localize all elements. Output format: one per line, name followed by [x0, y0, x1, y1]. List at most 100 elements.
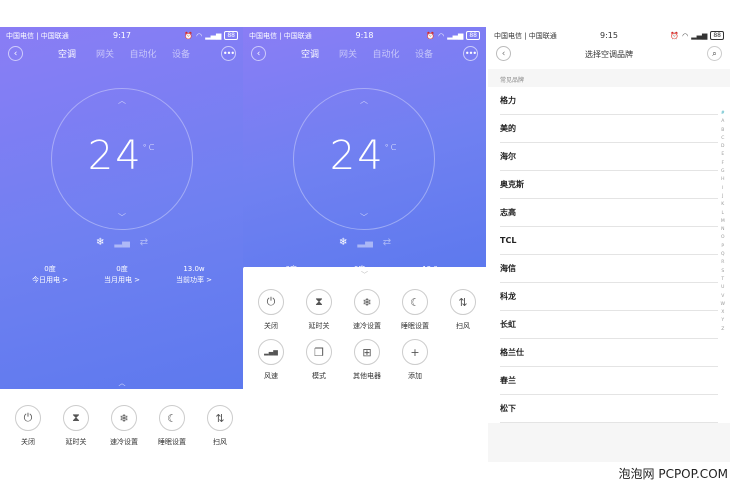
alphabet-letter[interactable]: C: [721, 135, 725, 143]
tab-gateway[interactable]: 网关: [86, 47, 124, 60]
ac-control-screen-collapsed: 中国电信 | 中国联通 9:17 ⏰ ◠ ▂▄▆ 88 ‹ 空调 网关 自动化 设备 …: [0, 27, 244, 462]
stat-today[interactable]: 0度 今日用电 >: [32, 264, 68, 286]
sleep-button[interactable]: ☾ 睡眠设置: [148, 405, 196, 447]
temperature-dial[interactable]: ︿ 24°C ﹀: [51, 88, 193, 230]
brand-list-item[interactable]: 长虹: [500, 311, 718, 339]
alphabet-letter[interactable]: K: [721, 201, 725, 209]
temp-up-button[interactable]: ︿: [294, 95, 434, 106]
delay-off-button[interactable]: ⧗ 延时关: [295, 289, 343, 331]
alphabet-letter[interactable]: R: [721, 259, 725, 267]
alphabet-letter[interactable]: T: [721, 276, 725, 284]
brand-list-item[interactable]: 春兰: [500, 367, 718, 395]
alphabet-index[interactable]: # A B C D E F G H I J K L M N O P Q R S T U V W X Y Z: [721, 110, 725, 334]
tab-gateway[interactable]: 网关: [329, 47, 367, 60]
snowflake-icon: ❄: [339, 237, 348, 248]
alphabet-letter[interactable]: Z: [721, 326, 725, 334]
tab-ac[interactable]: 空调: [291, 47, 329, 60]
alphabet-letter[interactable]: X: [721, 309, 725, 317]
fan-speed-icon: ▂▄▆: [258, 339, 284, 365]
button-label: 延时关: [308, 322, 330, 330]
mode-indicators: ❄ ▂▄ ⇄: [339, 237, 391, 248]
alphabet-letter[interactable]: P: [721, 243, 725, 251]
power-off-button[interactable]: ⏻ 关闭: [4, 405, 52, 447]
alphabet-letter[interactable]: I: [721, 185, 725, 193]
brand-list-item[interactable]: 海信: [500, 255, 718, 283]
stat-power[interactable]: 13.0w 当前功率 >: [176, 264, 212, 286]
delay-off-button[interactable]: ⧗ 延时关: [52, 405, 100, 447]
power-off-button[interactable]: ⏻ 关闭: [247, 289, 295, 331]
alphabet-letter[interactable]: H: [721, 176, 725, 184]
brand-list-item[interactable]: 海尔: [500, 143, 718, 171]
button-label: 速冷设置: [353, 322, 381, 330]
temp-down-button[interactable]: ﹀: [294, 212, 434, 223]
tab-automation[interactable]: 自动化: [367, 47, 405, 60]
temp-up-button[interactable]: ︿: [52, 95, 192, 106]
alphabet-letter[interactable]: L: [721, 210, 725, 218]
alphabet-letter[interactable]: D: [721, 143, 725, 151]
alphabet-letter[interactable]: V: [721, 293, 725, 301]
alphabet-letter[interactable]: N: [721, 226, 725, 234]
more-button[interactable]: •••: [221, 46, 236, 61]
alphabet-letter[interactable]: J: [721, 193, 725, 201]
search-button[interactable]: ⌕: [707, 46, 722, 61]
back-button[interactable]: ‹: [8, 46, 23, 61]
brand-list-item[interactable]: 格力: [500, 87, 718, 115]
alphabet-letter[interactable]: Y: [721, 317, 725, 325]
grid-icon: ⊞: [354, 339, 380, 365]
other-appliances-button[interactable]: ⊞ 其他电器: [343, 339, 391, 381]
temperature-unit: °C: [142, 143, 157, 152]
brand-list-item[interactable]: 格兰仕: [500, 339, 718, 367]
brand-list-item[interactable]: TCL: [500, 227, 718, 255]
snowflake-icon: ❄: [354, 289, 380, 315]
alphabet-letter[interactable]: W: [721, 301, 725, 309]
button-label: 风速: [264, 372, 278, 380]
alphabet-letter[interactable]: G: [721, 168, 725, 176]
brand-list-item[interactable]: 美的: [500, 115, 718, 143]
stat-month[interactable]: 0度 当月用电 >: [104, 264, 140, 286]
brand-list-item[interactable]: 志高: [500, 199, 718, 227]
temp-down-button[interactable]: ﹀: [52, 212, 192, 223]
collapse-handle[interactable]: ﹀: [243, 270, 486, 280]
alphabet-letter[interactable]: S: [721, 268, 725, 276]
temperature-dial[interactable]: ︿ 24°C ﹀: [293, 88, 435, 230]
expand-handle[interactable]: ︿: [0, 378, 244, 388]
control-sheet: ﹀ ⏻ 关闭 ⧗ 延时关 ❄ 速冷设置 ☾ 睡眠设置 ⇅ 扫风 ▂▄▆ 风速 ❐ 模式 ⊞ 其他…: [243, 267, 486, 462]
alphabet-letter[interactable]: O: [721, 234, 725, 242]
sleep-button[interactable]: ☾ 睡眠设置: [391, 289, 439, 331]
tab-automation[interactable]: 自动化: [124, 47, 162, 60]
tab-ac[interactable]: 空调: [48, 47, 86, 60]
quick-cool-button[interactable]: ❄ 速冷设置: [100, 405, 148, 447]
more-button[interactable]: •••: [463, 46, 478, 61]
brand-select-screen: 中国电信 | 中国联通 9:15 ⏰ ◠ ▂▄▆ 88 ‹ 选择空调品牌 ⌕ 常见品牌…: [488, 27, 730, 462]
alphabet-letter[interactable]: B: [721, 127, 725, 135]
alphabet-letter[interactable]: U: [721, 284, 725, 292]
tab-devices[interactable]: 设备: [162, 47, 200, 60]
stat-value: 13.0w: [183, 265, 205, 273]
button-label: 扫风: [213, 438, 227, 446]
power-stats: 0度 今日用电 > 0度 当月用电 > 13.0w 当前功率 >: [0, 264, 244, 286]
brand-list-item[interactable]: 科龙: [500, 283, 718, 311]
tab-devices[interactable]: 设备: [405, 47, 443, 60]
swing-button[interactable]: ⇅ 扫风: [439, 289, 486, 331]
brand-list-item[interactable]: 松下: [500, 395, 718, 423]
add-button[interactable]: + 添加: [391, 339, 439, 381]
mode-button[interactable]: ❐ 模式: [295, 339, 343, 381]
swing-icon: ⇄: [139, 237, 149, 248]
search-icon: ⌕: [712, 48, 717, 58]
stat-value: 0度: [44, 265, 56, 273]
alphabet-letter[interactable]: F: [721, 160, 725, 168]
alphabet-letter[interactable]: M: [721, 218, 725, 226]
alphabet-letter[interactable]: Q: [721, 251, 725, 259]
alphabet-letter[interactable]: A: [721, 118, 725, 126]
fan-speed-icon: ▂▄: [357, 237, 373, 248]
stat-value: 0度: [116, 265, 128, 273]
alphabet-letter[interactable]: #: [721, 110, 725, 118]
quick-cool-button[interactable]: ❄ 速冷设置: [343, 289, 391, 331]
status-bar: 中国电信 | 中国联通 9:18 ⏰ ◠ ▂▄▆ 88: [243, 27, 486, 44]
swing-button[interactable]: ⇅ 扫风: [196, 405, 244, 447]
brand-list-item[interactable]: 奥克斯: [500, 171, 718, 199]
fan-speed-button[interactable]: ▂▄▆ 风速: [247, 339, 295, 381]
alphabet-letter[interactable]: E: [721, 151, 725, 159]
section-header: 常见品牌: [500, 77, 525, 84]
back-button[interactable]: ‹: [251, 46, 266, 61]
